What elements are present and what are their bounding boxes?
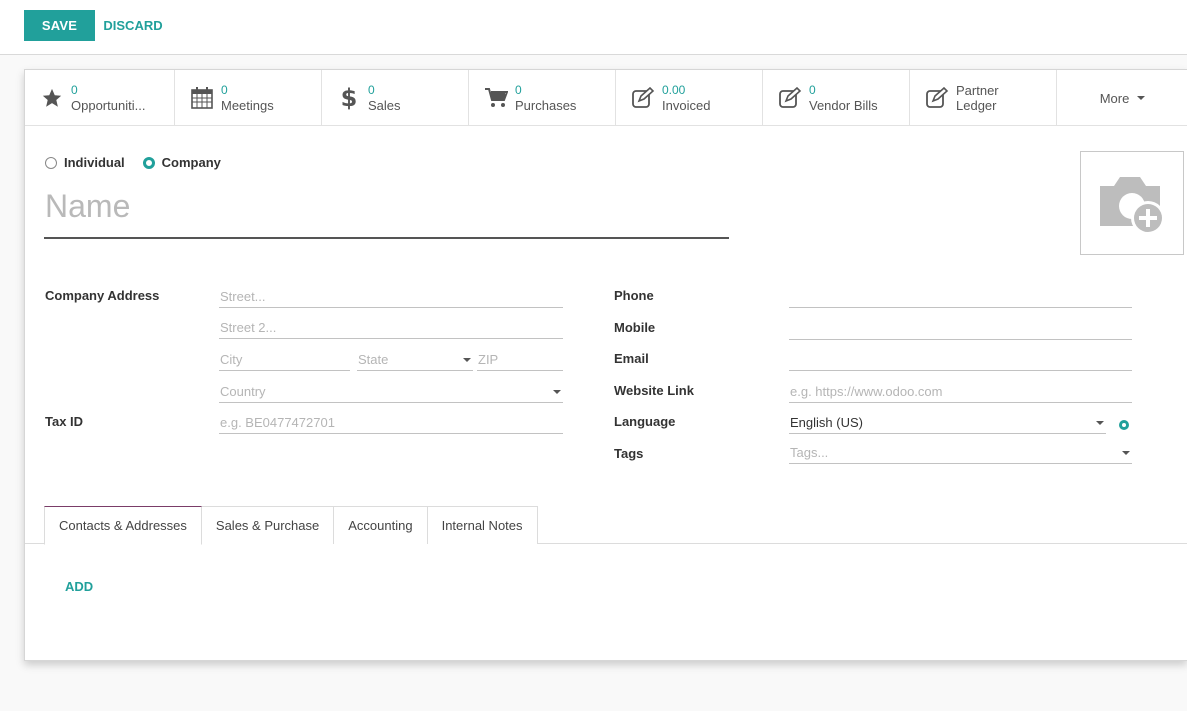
company-label[interactable]: Company [162,155,221,170]
edit-icon [630,85,656,111]
caret-down-icon [1122,451,1130,455]
invoiced-button[interactable]: 0.00 Invoiced [616,70,763,126]
tab-sales-purchase[interactable]: Sales & Purchase [201,506,335,544]
stat-label: Meetings [221,98,274,113]
dollar-icon: $ [340,84,358,112]
meetings-button[interactable]: 0 Meetings [175,70,322,126]
discard-button[interactable]: DISCARD [100,10,166,41]
opportunities-button[interactable]: 0 Opportuniti... [25,70,175,126]
country-field[interactable]: Country [219,381,563,403]
street2-field[interactable]: Street 2... [219,317,563,339]
company-radio[interactable] [142,156,155,169]
individual-radio[interactable] [45,156,57,169]
add-contact-link[interactable]: ADD [65,579,93,594]
tax-id-field[interactable]: e.g. BE0477472701 [219,412,563,434]
language-label: Language [614,414,676,429]
caret-down-icon [553,390,561,394]
stat-label: Purchases [515,98,577,113]
phone-field[interactable] [789,286,1132,308]
website-field[interactable]: e.g. https://www.odoo.com [789,381,1132,403]
caret-down-icon [1096,421,1104,425]
caret-down-icon [1137,96,1146,100]
stat-value: 0 [368,83,375,97]
avatar-upload[interactable] [1080,151,1184,255]
email-label: Email [614,351,649,366]
control-panel: SAVE DISCARD [0,0,1187,55]
edit-icon [777,85,803,111]
mobile-label: Mobile [614,320,656,335]
tab-accounting[interactable]: Accounting [334,506,428,544]
stat-label: Invoiced [662,98,711,113]
stat-label-line1: Partner [956,83,999,98]
save-button[interactable]: SAVE [24,10,95,41]
zip-field[interactable]: ZIP [477,349,563,371]
stat-value: 0.00 [662,83,686,97]
globe-icon[interactable] [1119,420,1129,430]
email-field[interactable] [789,349,1132,371]
caret-down-icon [463,358,471,362]
website-label: Website Link [614,383,694,398]
stat-value: 0 [71,83,78,97]
notebook-tabs: Contacts & Addresses Sales & Purchase Ac… [44,506,538,545]
state-field[interactable]: State [357,349,473,371]
star-icon [39,85,65,111]
tags-label: Tags [614,446,644,461]
name-field[interactable]: Name [44,182,729,239]
state-placeholder: State [358,352,389,367]
form-sheet: 0 Opportuniti... 0 Meetings $ 0 Sales 0 Purc… [24,69,1187,661]
vendor-bills-button[interactable]: 0 Vendor Bills [763,70,910,126]
stat-value: 0 [515,83,522,97]
tab-internal-notes[interactable]: Internal Notes [427,506,538,544]
stat-label: Ledger [956,98,997,113]
city-field[interactable]: City [219,349,350,371]
language-select[interactable]: English (US) [789,412,1106,434]
calendar-icon [189,85,215,111]
more-label: More [1099,90,1130,106]
sales-button[interactable]: $ 0 Sales [322,70,469,126]
tags-placeholder: Tags... [790,445,829,460]
country-placeholder: Country [220,384,266,399]
stat-label: Sales [368,98,401,113]
partner-ledger-button[interactable]: Partner Ledger [910,70,1057,126]
individual-label[interactable]: Individual [64,155,125,170]
more-button[interactable]: More [1057,70,1187,126]
smart-button-box: 0 Opportuniti... 0 Meetings $ 0 Sales 0 Purc… [25,70,1187,126]
purchases-button[interactable]: 0 Purchases [469,70,616,126]
language-value: English (US) [790,415,863,430]
camera-plus-icon [1100,177,1165,235]
tax-id-label: Tax ID [45,414,84,429]
stat-label: Vendor Bills [809,98,878,113]
stat-label: Opportuniti... [71,98,146,113]
stat-value: 0 [809,83,816,97]
company-address-label: Company Address [45,288,160,303]
tags-field[interactable]: Tags... [789,442,1132,464]
edit-icon [924,85,950,111]
mobile-field[interactable] [789,318,1132,340]
cart-icon [483,85,509,111]
phone-label: Phone [614,288,654,303]
tab-contacts-addresses[interactable]: Contacts & Addresses [44,506,202,545]
stat-value: 0 [221,83,228,97]
company-type-radio: Individual Company [45,155,221,170]
street-field[interactable]: Street... [219,286,563,308]
